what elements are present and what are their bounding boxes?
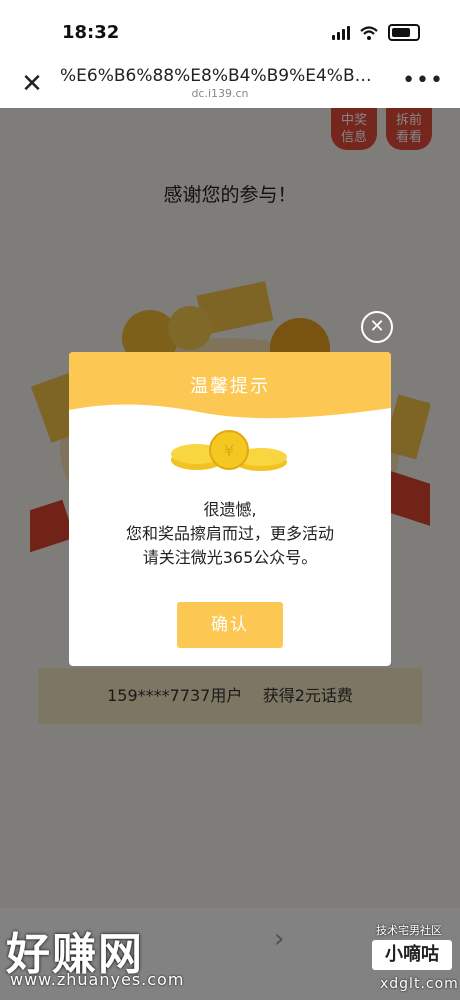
more-icon[interactable]: •••	[402, 68, 444, 93]
dialog-message: 很遗憾, 您和奖品擦肩而过，更多活动 请关注微光365公众号。	[69, 498, 391, 570]
status-icons	[332, 24, 420, 41]
message-line: 您和奖品擦肩而过，更多活动	[125, 524, 334, 543]
page-title: %E6%B6%88%E8%B4%B9%E4%B8%A	[60, 66, 380, 86]
coins-icon: ¥	[171, 430, 287, 471]
wifi-icon	[360, 25, 378, 40]
watermark-url-right: xdglt.com	[380, 976, 459, 992]
watermark-logo-right: 小嘀咕	[372, 940, 452, 970]
dialog-wave-decoration	[69, 404, 391, 432]
message-line: 很遗憾,	[203, 500, 257, 519]
browser-nav-bar: ✕ %E6%B6%88%E8%B4%B9%E4%B8%A dc.i139.cn …	[0, 62, 460, 109]
battery-icon	[388, 24, 420, 41]
confirm-button[interactable]: 确认	[177, 602, 283, 648]
watermark-caption: 技术宅男社区	[376, 924, 442, 937]
close-icon[interactable]: ✕	[18, 70, 46, 98]
message-line: 请关注微光365公众号。	[142, 548, 318, 567]
signal-icon	[332, 25, 350, 40]
notice-dialog: 温馨提示 ¥ 很遗憾, 您和奖品擦肩而过，更多活动 请关注微光365公众号。 确…	[69, 352, 391, 666]
dialog-title: 温馨提示	[190, 376, 270, 397]
svg-text:¥: ¥	[224, 441, 234, 460]
dialog-close-icon[interactable]: ✕	[361, 311, 393, 343]
page-domain: dc.i139.cn	[191, 87, 249, 100]
status-time: 18:32	[62, 22, 120, 43]
status-bar: 18:32	[0, 0, 460, 62]
watermark-url: www.zhuanyes.com	[10, 970, 185, 989]
